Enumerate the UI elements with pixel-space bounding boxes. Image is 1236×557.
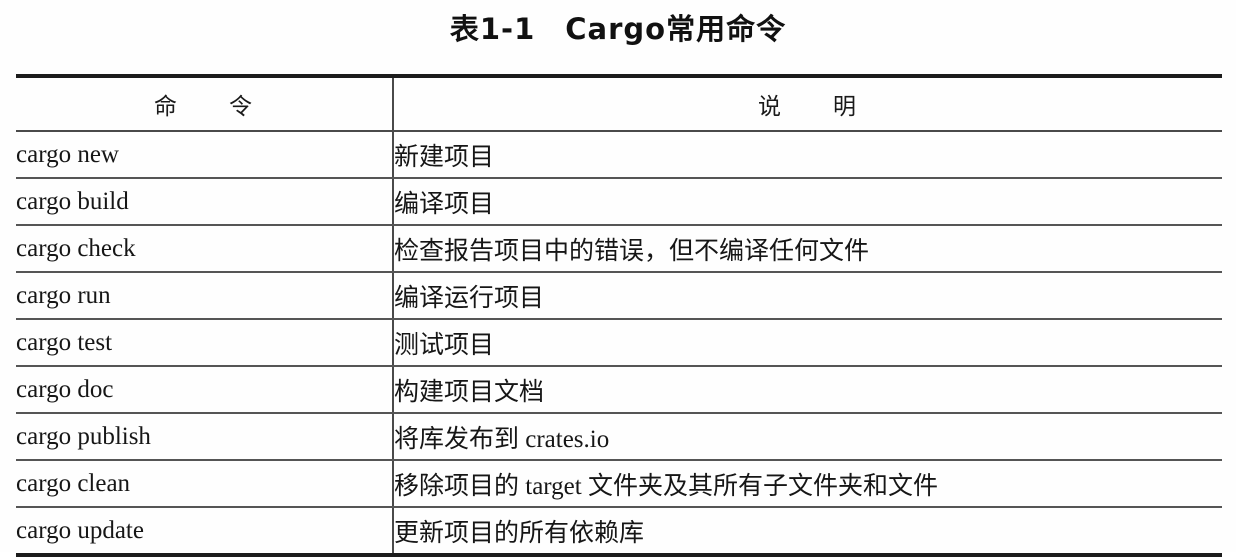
cell-description: 新建项目 xyxy=(393,131,1222,179)
table-row: cargo clean 移除项目的 target 文件夹及其所有子文件夹和文件 xyxy=(16,460,1222,508)
cell-command: cargo run xyxy=(16,272,394,320)
cargo-commands-table: 命 令 说 明 cargo new 新建项目 cargo build 编译项目 carg… xyxy=(16,74,1222,557)
cell-command: cargo test xyxy=(16,319,394,367)
table-caption: 表1-1 Cargo常用命令 xyxy=(449,12,787,46)
table-row: cargo publish 将库发布到 crates.io xyxy=(16,413,1222,461)
table-row: cargo doc 构建项目文档 xyxy=(16,366,1222,414)
cell-command: cargo doc xyxy=(16,366,394,414)
table-body: cargo new 新建项目 cargo build 编译项目 cargo check 检… xyxy=(16,131,1222,555)
cell-command: cargo publish xyxy=(16,413,394,461)
table-row: cargo update 更新项目的所有依赖库 xyxy=(16,507,1222,555)
cell-description: 移除项目的 target 文件夹及其所有子文件夹和文件 xyxy=(393,460,1222,508)
cell-command: cargo new xyxy=(16,131,394,179)
cell-description: 编译项目 xyxy=(393,178,1222,226)
table-row: cargo build 编译项目 xyxy=(16,178,1222,226)
cell-command: cargo clean xyxy=(16,460,394,508)
table-header: 命 令 说 明 xyxy=(16,76,1222,132)
column-header-command: 命 令 xyxy=(16,76,394,132)
column-header-description: 说 明 xyxy=(393,76,1222,132)
cell-description: 更新项目的所有依赖库 xyxy=(394,519,645,547)
cell-description: 编译运行项目 xyxy=(393,272,1222,320)
cell-command: cargo check xyxy=(16,225,394,273)
cell-command: cargo update xyxy=(16,507,394,555)
cell-description: 检查报告项目中的错误，但不编译任何文件 xyxy=(393,225,1222,273)
table-row: cargo run 编译运行项目 xyxy=(16,272,1222,320)
table-row: cargo test 测试项目 xyxy=(16,319,1222,367)
table-header-row: 命 令 说 明 xyxy=(16,76,1222,132)
document-page: 表1-1 Cargo常用命令 命 令 说 明 cargo new 新建项目 carg… xyxy=(0,0,1236,557)
table-container: 命 令 说 明 cargo new 新建项目 cargo build 编译项目 carg… xyxy=(16,74,1222,557)
cell-description: 将库发布到 crates.io xyxy=(393,413,1222,461)
cell-description: 构建项目文档 xyxy=(393,366,1222,414)
cell-command: cargo build xyxy=(16,178,394,226)
cell-description: 测试项目 xyxy=(393,319,1222,367)
table-row: cargo new 新建项目 xyxy=(16,131,1222,179)
table-row: cargo check 检查报告项目中的错误，但不编译任何文件 xyxy=(16,225,1222,273)
